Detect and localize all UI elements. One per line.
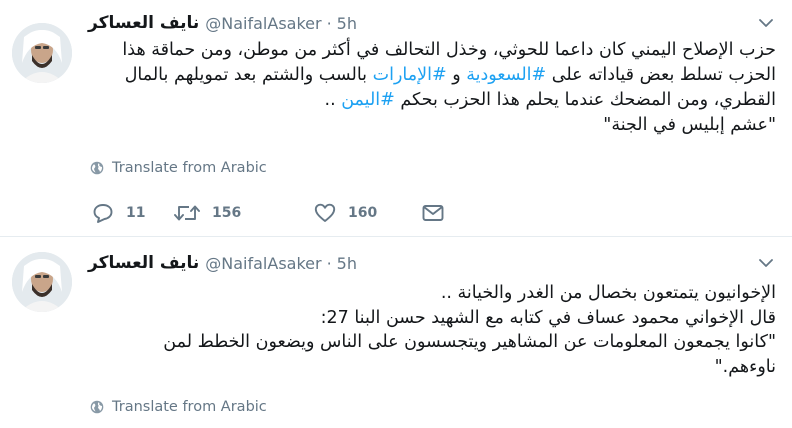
- heart-icon: [314, 203, 336, 222]
- like-button[interactable]: 160: [314, 200, 377, 226]
- hashtag-link[interactable]: #الإمارات: [373, 65, 447, 85]
- tweet-header: نايف العساكر @NaifalAsaker · 5h: [88, 12, 357, 34]
- text-segment: بالسب والشتم بعد تمويلهم بالمال: [124, 65, 373, 85]
- translate-label: Translate from Arabic: [112, 160, 267, 176]
- chevron-down-icon[interactable]: [758, 255, 774, 271]
- text-segment: "عشم إبليس في الجنة": [603, 115, 776, 135]
- retweet-icon: [174, 205, 200, 221]
- text-segment: ..: [324, 90, 342, 110]
- text-segment: و: [446, 65, 467, 85]
- tweet-text-line: القطري، ومن المضحك عندما يحلم هذا الحزب …: [88, 88, 776, 113]
- hashtag-link[interactable]: #اليمن: [341, 90, 395, 110]
- reply-button[interactable]: 11: [92, 200, 145, 226]
- tweet-text-line: ناوءهم.": [714, 356, 776, 377]
- text-segment: القطري، ومن المضحك عندما يحلم هذا الحزب …: [394, 90, 776, 110]
- like-count: 160: [348, 205, 378, 221]
- timestamp[interactable]: 5h: [337, 14, 357, 33]
- avatar[interactable]: [12, 252, 72, 312]
- separator-dot: ·: [326, 13, 332, 33]
- avatar-image: [12, 23, 72, 83]
- tweet-text-line: الحزب تسلط بعض قياداته على #السعودية و #…: [88, 63, 776, 88]
- avatar[interactable]: [12, 23, 72, 83]
- text-segment: الحزب تسلط بعض قياداته على: [546, 65, 776, 85]
- tweet-actions: 11 156 160: [92, 200, 452, 226]
- tweet-text-line: "عشم إبليس في الجنة": [88, 113, 776, 138]
- display-name[interactable]: نايف العساكر: [88, 13, 199, 33]
- retweet-button[interactable]: 156: [174, 200, 241, 226]
- user-handle[interactable]: @NaifalAsaker: [205, 254, 321, 273]
- tweet-text-line: قال الإخواني محمود عساف في كتابه مع الشه…: [320, 307, 776, 328]
- globe-icon: [90, 400, 104, 414]
- tweet-text-line: الإخوانيون يتمتعون بخصال من الغدر والخيا…: [440, 283, 776, 303]
- user-handle[interactable]: @NaifalAsaker: [205, 14, 321, 33]
- reply-icon: [93, 204, 113, 223]
- tweet-text-line: حزب الإصلاح اليمني كان داعما للحوثي، وخذ…: [88, 38, 776, 63]
- timeline: نايف العساكر @NaifalAsaker · 5h حزب الإص…: [0, 0, 792, 428]
- separator-dot: ·: [326, 253, 332, 273]
- direct-message-button[interactable]: [422, 200, 444, 226]
- retweet-count: 156: [212, 205, 242, 221]
- globe-icon: [90, 161, 104, 175]
- avatar-image: [12, 252, 72, 312]
- envelope-icon: [422, 205, 444, 221]
- timestamp[interactable]: 5h: [337, 254, 357, 273]
- translate-link[interactable]: Translate from Arabic: [90, 399, 267, 415]
- tweet[interactable]: نايف العساكر @NaifalAsaker · 5h الإخواني…: [0, 237, 792, 428]
- display-name[interactable]: نايف العساكر: [88, 253, 199, 273]
- hashtag-link[interactable]: #السعودية: [466, 65, 546, 85]
- tweet-text-line: "كانوا يجمعون المعلومات عن المشاهير ويتج…: [163, 332, 776, 352]
- translate-label: Translate from Arabic: [112, 399, 267, 415]
- chevron-down-icon[interactable]: [758, 15, 774, 31]
- translate-link[interactable]: Translate from Arabic: [90, 160, 267, 176]
- reply-count: 11: [126, 205, 146, 221]
- tweet[interactable]: نايف العساكر @NaifalAsaker · 5h حزب الإص…: [0, 0, 792, 237]
- tweet-text: الإخوانيون يتمتعون بخصال من الغدر والخيا…: [88, 281, 776, 379]
- tweet-header: نايف العساكر @NaifalAsaker · 5h: [88, 252, 357, 274]
- text-segment: حزب الإصلاح اليمني كان داعما للحوثي، وخذ…: [122, 40, 776, 60]
- tweet-text: حزب الإصلاح اليمني كان داعما للحوثي، وخذ…: [88, 38, 776, 138]
